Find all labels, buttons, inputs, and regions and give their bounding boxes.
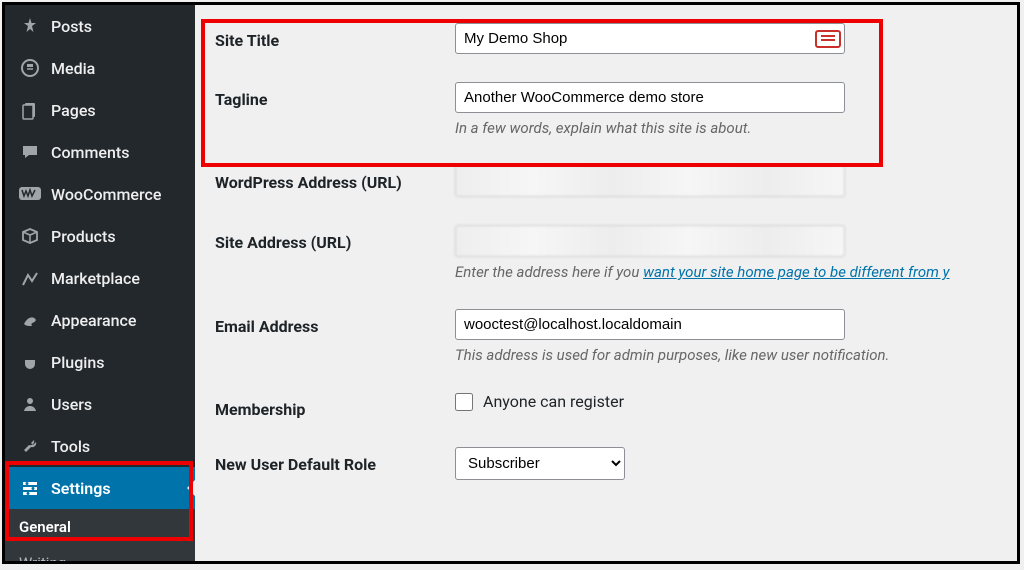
settings-submenu: General Writing [5, 509, 195, 564]
products-icon [19, 225, 41, 247]
submenu-item-general[interactable]: General [5, 509, 195, 545]
password-manager-icon[interactable] [815, 30, 841, 48]
label-membership: Membership [215, 392, 455, 419]
appearance-icon [19, 309, 41, 331]
sidebar-item-label: Marketplace [51, 269, 140, 288]
row-membership: Membership Anyone can register [215, 392, 1017, 419]
sidebar-item-media[interactable]: Media [5, 47, 195, 89]
wordpress-url-input[interactable] [455, 165, 845, 197]
sidebar-item-pages[interactable]: Pages [5, 89, 195, 131]
membership-checkbox[interactable] [455, 393, 473, 411]
row-site-title: Site Title [215, 23, 1017, 54]
sidebar-item-woocommerce[interactable]: WooCommerce [5, 173, 195, 215]
label-new-user-role: New User Default Role [215, 447, 455, 480]
membership-checkbox-label: Anyone can register [483, 392, 624, 411]
row-site-url: Site Address (URL) Enter the address her… [215, 225, 1017, 281]
site-title-input[interactable] [455, 23, 845, 54]
users-icon [19, 393, 41, 415]
tools-icon [19, 435, 41, 457]
site-url-input[interactable] [455, 225, 845, 257]
email-input[interactable] [455, 309, 845, 340]
label-tagline: Tagline [215, 82, 455, 137]
sidebar-item-label: Plugins [51, 353, 104, 372]
sidebar-item-users[interactable]: Users [5, 383, 195, 425]
label-email: Email Address [215, 309, 455, 364]
woocommerce-icon [19, 183, 41, 205]
sidebar-item-tools[interactable]: Tools [5, 425, 195, 467]
sidebar-item-label: Users [51, 395, 92, 414]
sidebar-item-posts[interactable]: Posts [5, 5, 195, 47]
pin-icon [19, 15, 41, 37]
submenu-item-writing[interactable]: Writing [5, 545, 195, 564]
admin-sidebar: Posts Media Pages Comments WooCommerce [5, 5, 195, 561]
tagline-help: In a few words, explain what this site i… [455, 119, 1017, 137]
sidebar-item-label: WooCommerce [51, 185, 161, 204]
marketplace-icon [19, 267, 41, 289]
sidebar-item-marketplace[interactable]: Marketplace [5, 257, 195, 299]
sidebar-item-label: Posts [51, 17, 92, 36]
sidebar-item-label: Comments [51, 143, 129, 162]
sidebar-item-comments[interactable]: Comments [5, 131, 195, 173]
email-help: This address is used for admin purposes,… [455, 346, 1017, 364]
membership-checkbox-line[interactable]: Anyone can register [455, 392, 1017, 411]
plugins-icon [19, 351, 41, 373]
site-url-help: Enter the address here if you want your … [455, 263, 1017, 281]
row-new-user-role: New User Default Role Subscriber [215, 447, 1017, 480]
pages-icon [19, 99, 41, 121]
row-email: Email Address This address is used for a… [215, 309, 1017, 364]
settings-general-form: Site Title Tagline In a few words, expla… [195, 5, 1017, 561]
sidebar-item-label: Products [51, 227, 116, 246]
sidebar-item-label: Tools [51, 437, 90, 456]
sidebar-item-plugins[interactable]: Plugins [5, 341, 195, 383]
row-wordpress-url: WordPress Address (URL) [215, 165, 1017, 197]
comment-icon [19, 141, 41, 163]
media-icon [19, 57, 41, 79]
sidebar-item-label: Settings [51, 479, 111, 498]
label-site-url: Site Address (URL) [215, 225, 455, 281]
label-site-title: Site Title [215, 23, 455, 54]
row-tagline: Tagline In a few words, explain what thi… [215, 82, 1017, 137]
settings-icon [19, 477, 41, 499]
sidebar-item-appearance[interactable]: Appearance [5, 299, 195, 341]
label-wordpress-url: WordPress Address (URL) [215, 165, 455, 197]
sidebar-item-settings[interactable]: Settings [5, 467, 195, 509]
site-url-help-text: Enter the address here if you [455, 263, 643, 281]
sidebar-item-products[interactable]: Products [5, 215, 195, 257]
sidebar-item-label: Pages [51, 101, 96, 120]
sidebar-item-label: Media [51, 59, 95, 78]
tagline-input[interactable] [455, 82, 845, 113]
sidebar-item-label: Appearance [51, 311, 136, 330]
site-url-help-link[interactable]: want your site home page to be different… [643, 263, 949, 281]
new-user-role-select[interactable]: Subscriber [455, 447, 625, 480]
